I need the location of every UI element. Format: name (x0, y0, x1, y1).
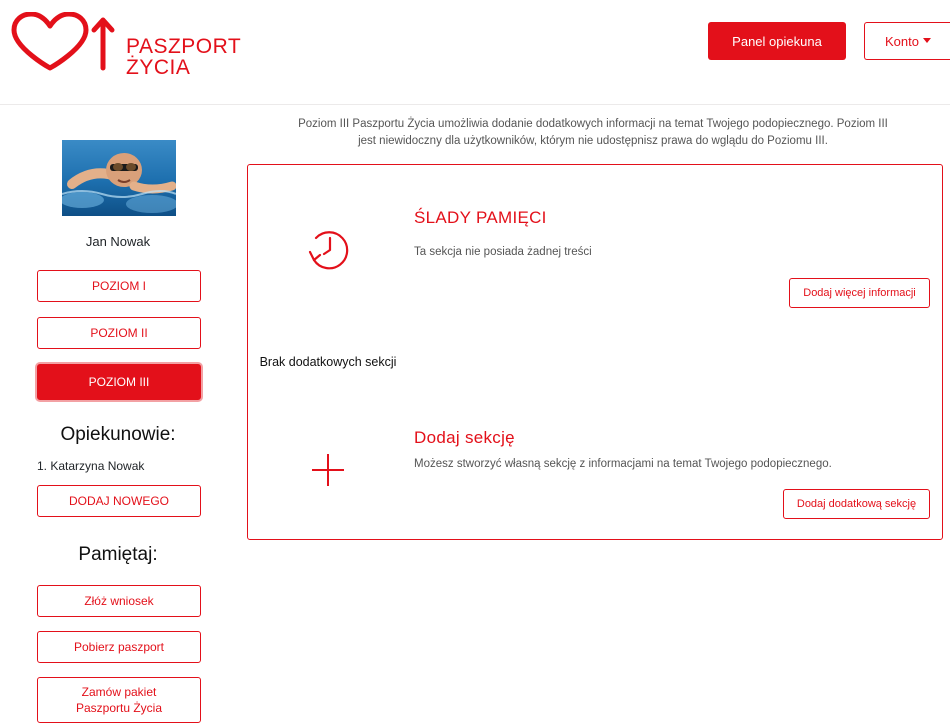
add-caregiver-button[interactable]: DODAJ NOWEGO (37, 485, 201, 517)
submit-application-button[interactable]: Złóż wniosek (37, 585, 201, 617)
caregivers-heading: Opiekunowie: (60, 424, 176, 445)
caret-down-icon (922, 37, 931, 43)
account-dropdown-button[interactable]: Konto (864, 22, 950, 60)
logo-text: PASZPORT ŻYCIA (126, 36, 241, 78)
caregiver-item: 1. Katarzyna Nowak (37, 459, 145, 473)
caregiver-panel-button[interactable]: Panel opiekuna (708, 22, 846, 60)
logo[interactable]: PASZPORT ŻYCIA (10, 12, 241, 78)
intro-line-1: Poziom III Paszportu Życia umożliwia dod… (298, 118, 888, 130)
remember-heading: Pamiętaj: (78, 544, 158, 565)
patient-name: Jan Nowak (85, 234, 151, 249)
level-3-button[interactable]: POZIOM III (37, 364, 201, 400)
add-more-info-button[interactable]: Dodaj więcej informacji (789, 278, 930, 308)
order-package-line2: Paszportu Życia (75, 701, 163, 715)
order-package-button[interactable]: Zamów pakiet Paszportu Życia (37, 677, 201, 723)
logo-text-line2: ŻYCIA (126, 56, 191, 79)
order-package-line1: Zamów pakiet (81, 685, 157, 699)
heart-arrow-logo-icon (11, 12, 115, 71)
level-2-button[interactable]: POZIOM II (37, 317, 201, 349)
plus-icon (312, 454, 344, 486)
intro-line-2: jest niewidoczny dla użytkowników, który… (358, 135, 828, 147)
level-intro-text: Poziom III Paszportu Życia umożliwia dod… (248, 116, 938, 150)
account-button-label: Konto (885, 33, 919, 49)
history-clock-icon (308, 231, 349, 270)
level-1-button[interactable]: POZIOM I (37, 270, 201, 302)
download-passport-button[interactable]: Pobierz paszport (37, 631, 201, 663)
memory-section-description: Ta sekcja nie posiada żadnej treści (414, 246, 592, 258)
sections-card (247, 164, 943, 540)
add-section-description: Możesz stworzyć własną sekcję z informac… (414, 458, 832, 470)
logo-text-line1: PASZPORT (126, 35, 242, 58)
swimmer-photo-icon (62, 153, 176, 213)
no-sections-text: Brak dodatkowych sekcji (259, 355, 397, 369)
sidebar: Jan Nowak POZIOM I POZIOM II POZIOM III … (0, 104, 236, 724)
header: PASZPORT ŻYCIA Panel opiekuna Konto (0, 0, 950, 105)
memory-section-title: ŚLADY PAMIĘCI (414, 208, 547, 227)
add-section-title: Dodaj sekcję (414, 428, 515, 447)
avatar (62, 140, 176, 216)
add-extra-section-button[interactable]: Dodaj dodatkową sekcję (783, 489, 930, 519)
